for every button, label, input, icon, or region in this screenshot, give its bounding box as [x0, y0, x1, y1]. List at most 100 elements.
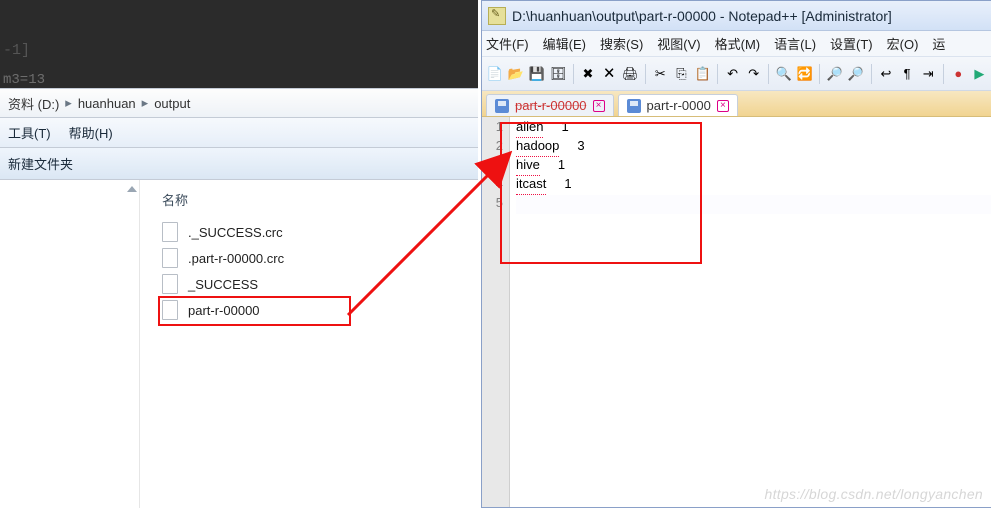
column-header-name[interactable]: 名称 — [162, 190, 478, 209]
disk-icon — [627, 99, 641, 113]
copy-icon[interactable]: ⎘ — [673, 64, 690, 84]
explorer-dark-strip: -1] m3=13 — [0, 0, 478, 88]
npp-editor-area: 1 2 3 4 5 allen 1 hadoop 3 hive 1 itcast 1 — [482, 117, 991, 507]
watermark-text: https://blog.csdn.net/longyanchen — [765, 486, 984, 502]
file-row-selected[interactable]: part-r-00000 — [158, 297, 478, 323]
background-dim-text: -1] — [3, 42, 30, 59]
disk-icon — [495, 99, 509, 113]
menu-macro[interactable]: 宏(O) — [887, 34, 919, 53]
background-dim-text-2: m3=13 — [3, 72, 45, 88]
explorer-body: 名称 ._SUCCESS.crc .part-r-00000.crc _SUCC… — [0, 180, 478, 508]
toolbar-separator — [943, 64, 944, 84]
menu-more[interactable]: 运 — [932, 34, 945, 53]
find-icon[interactable]: 🔍 — [775, 64, 792, 84]
menu-format[interactable]: 格式(M) — [715, 34, 761, 53]
code-value: 1 — [561, 119, 568, 138]
open-file-icon[interactable]: 📂 — [507, 64, 524, 84]
breadcrumb-root[interactable]: 资料 (D:) — [8, 94, 59, 113]
breadcrumb-seg-huanhuan[interactable]: huanhuan — [78, 96, 136, 111]
explorer-menu-bar: 工具(T) 帮助(H) — [0, 118, 478, 148]
file-row[interactable]: ._SUCCESS.crc — [158, 219, 478, 245]
print-icon[interactable]: 🖨 — [622, 64, 639, 84]
explorer-file-list: 名称 ._SUCCESS.crc .part-r-00000.crc _SUCC… — [140, 180, 478, 508]
save-icon[interactable]: 💾 — [528, 64, 545, 84]
menu-language[interactable]: 语言(L) — [774, 34, 816, 53]
redo-icon[interactable]: ↷ — [745, 64, 762, 84]
indent-guide-icon[interactable]: ⇥ — [920, 64, 937, 84]
file-icon — [162, 300, 178, 320]
line-number: 2 — [482, 138, 503, 157]
menu-view[interactable]: 视图(V) — [657, 34, 700, 53]
explorer-command-bar: 新建文件夹 — [0, 148, 478, 180]
code-word: hive — [516, 157, 540, 176]
code-value: 1 — [558, 157, 565, 176]
line-number: 3 — [482, 157, 503, 176]
line-number-gutter: 1 2 3 4 5 — [482, 117, 510, 507]
file-icon — [162, 248, 178, 268]
menu-file[interactable]: 文件(F) — [486, 34, 529, 53]
code-word: itcast — [516, 176, 546, 195]
word-wrap-icon[interactable]: ↩ — [877, 64, 894, 84]
notepadpp-app-icon — [488, 7, 506, 25]
breadcrumb-seg-output[interactable]: output — [154, 96, 190, 111]
menu-tools[interactable]: 工具(T) — [8, 123, 51, 142]
explorer-window: -1] m3=13 资料 (D:) ▸ huanhuan ▸ output 工具… — [0, 0, 478, 508]
toolbar-separator — [819, 64, 820, 84]
editor-tab-active[interactable]: part-r-0000 × — [618, 94, 738, 116]
file-name: ._SUCCESS.crc — [188, 225, 283, 240]
notepadpp-window: D:\huanhuan\output\part-r-00000 - Notepa… — [481, 0, 991, 508]
menu-help[interactable]: 帮助(H) — [69, 123, 113, 142]
show-all-chars-icon[interactable]: ¶ — [899, 64, 916, 84]
line-number: 1 — [482, 119, 503, 138]
zoom-in-icon[interactable]: 🔎 — [826, 64, 843, 84]
tab-close-icon[interactable]: × — [593, 100, 605, 112]
line-number: 5 — [482, 195, 503, 214]
toolbar-separator — [768, 64, 769, 84]
tab-close-icon[interactable]: × — [717, 100, 729, 112]
close-icon[interactable]: ✖ — [579, 64, 596, 84]
file-name: .part-r-00000.crc — [188, 251, 284, 266]
cut-icon[interactable]: ✂ — [652, 64, 669, 84]
code-word: allen — [516, 119, 543, 138]
undo-icon[interactable]: ↶ — [724, 64, 741, 84]
save-all-icon[interactable]: 🗄 — [549, 64, 566, 84]
file-row[interactable]: _SUCCESS — [158, 271, 478, 297]
npp-title-bar[interactable]: D:\huanhuan\output\part-r-00000 - Notepa… — [482, 1, 991, 31]
npp-tab-strip: part-r-00000 × part-r-0000 × — [482, 91, 991, 117]
caret-up-icon — [127, 186, 137, 192]
npp-menu-bar: 文件(F) 编辑(E) 搜索(S) 视图(V) 格式(M) 语言(L) 设置(T… — [482, 31, 991, 57]
file-name: _SUCCESS — [188, 277, 258, 292]
macro-play-icon[interactable]: ▶ — [971, 64, 988, 84]
code-word: hadoop — [516, 138, 559, 157]
new-folder-button[interactable]: 新建文件夹 — [8, 154, 73, 173]
file-icon — [162, 274, 178, 294]
code-area[interactable]: allen 1 hadoop 3 hive 1 itcast 1 — [510, 117, 991, 507]
window-title: D:\huanhuan\output\part-r-00000 - Notepa… — [512, 8, 892, 24]
code-value: 1 — [564, 176, 571, 195]
code-value: 3 — [577, 138, 584, 157]
toolbar-separator — [573, 64, 574, 84]
toolbar-separator — [871, 64, 872, 84]
tab-label: part-r-0000 — [647, 98, 711, 113]
new-file-icon[interactable]: 📄 — [486, 64, 503, 84]
npp-toolbar: 📄 📂 💾 🗄 ✖ 🗙 🖨 ✂ ⎘ 📋 ↶ ↷ 🔍 🔁 🔎 🔎 ↩ ¶ ⇥ ● … — [482, 57, 991, 91]
chevron-right-icon: ▸ — [65, 95, 72, 111]
menu-edit[interactable]: 编辑(E) — [543, 34, 586, 53]
explorer-address-bar[interactable]: 资料 (D:) ▸ huanhuan ▸ output — [0, 88, 478, 118]
toolbar-separator — [645, 64, 646, 84]
line-number: 4 — [482, 176, 503, 195]
macro-record-icon[interactable]: ● — [950, 64, 967, 84]
zoom-out-icon[interactable]: 🔎 — [847, 64, 864, 84]
editor-tab-inactive[interactable]: part-r-00000 × — [486, 94, 614, 116]
menu-settings[interactable]: 设置(T) — [830, 34, 873, 53]
file-icon — [162, 222, 178, 242]
chevron-right-icon: ▸ — [142, 95, 149, 111]
explorer-nav-pane[interactable] — [0, 180, 140, 508]
menu-search[interactable]: 搜索(S) — [600, 34, 643, 53]
toolbar-separator — [717, 64, 718, 84]
replace-icon[interactable]: 🔁 — [796, 64, 813, 84]
file-row[interactable]: .part-r-00000.crc — [158, 245, 478, 271]
paste-icon[interactable]: 📋 — [694, 64, 711, 84]
tab-label: part-r-00000 — [515, 98, 587, 113]
close-all-icon[interactable]: 🗙 — [601, 64, 618, 84]
